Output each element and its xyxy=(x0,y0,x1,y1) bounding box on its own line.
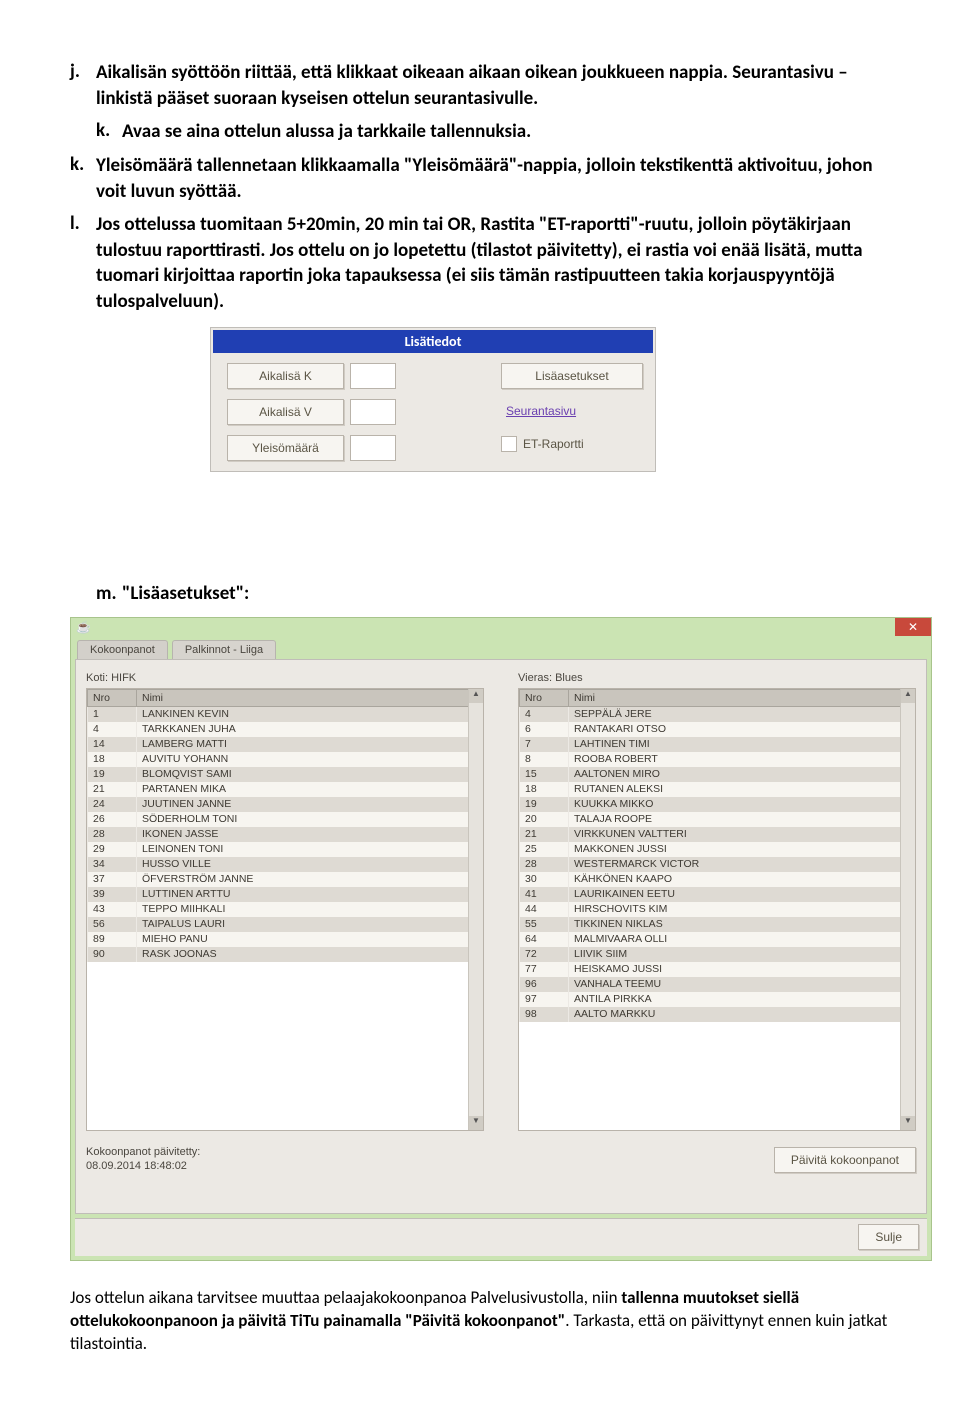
table-row[interactable]: 34HUSSO VILLE xyxy=(88,857,469,872)
table-row[interactable]: 55TIKKINEN NIKLAS xyxy=(520,917,901,932)
seurantasivu-link[interactable]: Seurantasivu xyxy=(501,399,643,423)
list-letter-m: m. xyxy=(96,582,122,605)
aikalisa-v-button[interactable]: Aikalisä V xyxy=(227,399,344,425)
lisatiedot-panel: Lisätiedot Aikalisä K Aikalisä V Yleisöm… xyxy=(210,327,656,472)
list-text-k2: Yleisömäärä tallennetaan klikkaamalla "Y… xyxy=(96,153,890,204)
table-row[interactable]: 25MAKKONEN JUSSI xyxy=(520,842,901,857)
table-row[interactable]: 56TAIPALUS LAURI xyxy=(88,917,469,932)
table-row[interactable]: 43TEPPO MIIHKALI xyxy=(88,902,469,917)
table-row[interactable]: 72LIIVIK SIIM xyxy=(520,947,901,962)
scroll-down-icon[interactable]: ▼ xyxy=(469,1116,483,1130)
away-team-label: Vieras: Blues xyxy=(518,672,916,684)
table-row[interactable]: 37ÖFVERSTRÖM JANNE xyxy=(88,872,469,887)
table-row[interactable]: 89MIEHO PANU xyxy=(88,932,469,947)
table-row[interactable]: 39LUTTINEN ARTTU xyxy=(88,887,469,902)
table-row[interactable]: 44HIRSCHOVITS KIM xyxy=(520,902,901,917)
et-raportti-checkbox[interactable] xyxy=(501,436,517,452)
paivita-kokoonpanot-button[interactable]: Päivitä kokoonpanot xyxy=(774,1147,916,1173)
yleisomaara-button[interactable]: Yleisömäärä xyxy=(227,435,344,461)
close-icon[interactable]: ✕ xyxy=(895,618,931,636)
table-row[interactable]: 98AALTO MARKKU xyxy=(520,1007,901,1022)
away-col-nimi[interactable]: Nimi xyxy=(569,689,901,706)
home-team-label: Koti: HIFK xyxy=(86,672,484,684)
scroll-up-icon[interactable]: ▲ xyxy=(901,689,915,703)
home-roster-table: Nro Nimi 1LANKINEN KEVIN4TARKKANEN JUHA1… xyxy=(86,688,484,1131)
lisatiedot-title: Lisätiedot xyxy=(213,330,653,353)
home-col-nimi[interactable]: Nimi xyxy=(137,689,469,706)
table-row[interactable]: 7LAHTINEN TIMI xyxy=(520,737,901,752)
list-letter-l: l. xyxy=(70,212,96,315)
kokoonpanot-window: ☕ ✕ Kokoonpanot Palkinnot - Liiga Koti: … xyxy=(70,617,932,1262)
table-row[interactable]: 14LAMBERG MATTI xyxy=(88,737,469,752)
table-row[interactable]: 6RANTAKARI OTSO xyxy=(520,722,901,737)
scroll-down-icon[interactable]: ▼ xyxy=(901,1116,915,1130)
table-row[interactable]: 15AALTONEN MIRO xyxy=(520,767,901,782)
table-row[interactable]: 1LANKINEN KEVIN xyxy=(88,706,469,722)
away-col-nro[interactable]: Nro xyxy=(520,689,569,706)
list-text-j: Aikalisän syöttöön riittää, että klikkaa… xyxy=(96,60,890,111)
tab-kokoonpanot[interactable]: Kokoonpanot xyxy=(77,640,168,659)
table-row[interactable]: 29LEINONEN TONI xyxy=(88,842,469,857)
footer-paragraph: Jos ottelun aikana tarvitsee muuttaa pel… xyxy=(70,1287,890,1356)
table-row[interactable]: 41LAURIKAINEN EETU xyxy=(520,887,901,902)
table-row[interactable]: 96VANHALA TEEMU xyxy=(520,977,901,992)
aikalisa-k-input[interactable] xyxy=(350,363,396,389)
table-row[interactable]: 8ROOBA ROBERT xyxy=(520,752,901,767)
aikalisa-k-button[interactable]: Aikalisä K xyxy=(227,363,344,389)
app-titlebar: ☕ ✕ xyxy=(71,618,931,636)
table-row[interactable]: 21PARTANEN MIKA xyxy=(88,782,469,797)
yleisomaara-input[interactable] xyxy=(350,435,396,461)
table-row[interactable]: 4TARKKANEN JUHA xyxy=(88,722,469,737)
list-letter-k: k. xyxy=(96,119,122,145)
table-row[interactable]: 18AUVITU YOHANN xyxy=(88,752,469,767)
table-row[interactable]: 90RASK JOONAS xyxy=(88,947,469,962)
home-col-nro[interactable]: Nro xyxy=(88,689,137,706)
scroll-up-icon[interactable]: ▲ xyxy=(469,689,483,703)
table-row[interactable]: 28IKONEN JASSE xyxy=(88,827,469,842)
away-roster-table: Nro Nimi 4SEPPÄLÄ JERE6RANTAKARI OTSO7LA… xyxy=(518,688,916,1131)
table-row[interactable]: 4SEPPÄLÄ JERE xyxy=(520,706,901,722)
table-row[interactable]: 30KÄHKÖNEN KAAPO xyxy=(520,872,901,887)
table-row[interactable]: 21VIRKKUNEN VALTTERI xyxy=(520,827,901,842)
table-row[interactable]: 26SÖDERHOLM TONI xyxy=(88,812,469,827)
away-scrollbar[interactable]: ▲ ▼ xyxy=(900,689,915,1130)
list-text-k: Avaa se aina ottelun alussa ja tarkkaile… xyxy=(122,119,531,145)
table-row[interactable]: 77HEISKAMO JUSSI xyxy=(520,962,901,977)
list-letter-j: j. xyxy=(70,60,96,111)
list-text-m: "Lisäasetukset": xyxy=(122,582,249,605)
java-icon: ☕ xyxy=(76,620,91,634)
table-row[interactable]: 28WESTERMARCK VICTOR xyxy=(520,857,901,872)
table-row[interactable]: 24JUUTINEN JANNE xyxy=(88,797,469,812)
sulje-button[interactable]: Sulje xyxy=(858,1224,919,1250)
aikalisa-v-input[interactable] xyxy=(350,399,396,425)
list-letter-k2: k. xyxy=(70,153,96,204)
table-row[interactable]: 20TALAJA ROOPE xyxy=(520,812,901,827)
table-row[interactable]: 64MALMIVAARA OLLI xyxy=(520,932,901,947)
table-row[interactable]: 19BLOMQVIST SAMI xyxy=(88,767,469,782)
tab-palkinnot-liiga[interactable]: Palkinnot - Liiga xyxy=(172,640,276,659)
home-scrollbar[interactable]: ▲ ▼ xyxy=(468,689,483,1130)
list-text-l: Jos ottelussa tuomitaan 5+20min, 20 min … xyxy=(96,212,890,315)
table-row[interactable]: 18RUTANEN ALEKSI xyxy=(520,782,901,797)
table-row[interactable]: 19KUUKKA MIKKO xyxy=(520,797,901,812)
lisaasetukset-button[interactable]: Lisäasetukset xyxy=(501,363,643,389)
et-raportti-label: ET-Raportti xyxy=(523,437,584,451)
updated-timestamp: Kokoonpanot päivitetty: 08.09.2014 18:48… xyxy=(86,1145,200,1174)
table-row[interactable]: 97ANTILA PIRKKA xyxy=(520,992,901,1007)
